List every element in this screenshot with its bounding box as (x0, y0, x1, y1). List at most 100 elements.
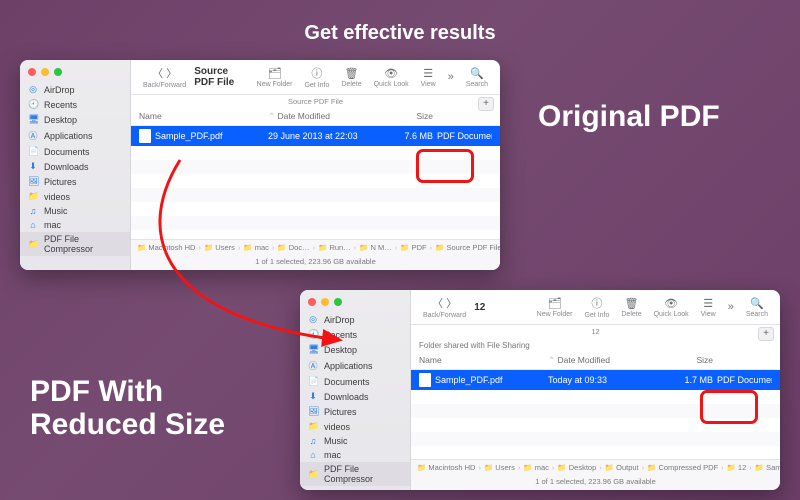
path-segment[interactable]: 📁Source PDF File (435, 243, 500, 252)
file-list-area[interactable] (411, 390, 780, 459)
path-segment[interactable]: 📁Compressed PDF (647, 463, 718, 472)
quick-look-button[interactable]: 👁Quick Look (650, 297, 693, 318)
zoom-icon[interactable] (54, 68, 62, 76)
sidebar-item-icon: Ⓐ (28, 129, 38, 142)
chevron-right-icon: › (430, 243, 433, 252)
more-button[interactable]: » (444, 71, 458, 84)
sidebar-item-icon: 🖼 (28, 176, 38, 187)
chevron-right-icon: › (395, 243, 398, 252)
back-forward-button[interactable]: 〈 〉 Back/Forward (419, 295, 470, 319)
path-segment[interactable]: 📁Run… (318, 243, 351, 252)
sidebar-item-pdf-file-compressor[interactable]: 📁PDF File Compressor (300, 462, 410, 486)
delete-button[interactable]: 🗑Delete (337, 67, 365, 88)
path-bar[interactable]: 📁Macintosh HD›📁Users›📁mac›📁Desktop›📁Outp… (411, 459, 780, 475)
back-forward-button[interactable]: 〈 〉 Back/Forward (139, 65, 190, 89)
path-segment[interactable]: 📁Desktop (557, 463, 596, 472)
sidebar-item-mac[interactable]: ⌂mac (300, 448, 410, 462)
sidebar-item-label: Downloads (324, 392, 369, 402)
sidebar-item-downloads[interactable]: ⬇︎Downloads (20, 159, 130, 174)
col-name[interactable]: Name (139, 111, 268, 122)
sidebar-item-mac[interactable]: ⌂mac (20, 218, 130, 232)
path-segment[interactable]: 📁Users (204, 243, 235, 252)
window-controls[interactable] (300, 290, 410, 312)
chevron-right-icon: › (238, 243, 241, 252)
window-controls[interactable] (20, 60, 130, 82)
finder-sidebar: ◎AirDrop🕘Recents🖥DesktopⒶApplications📄Do… (20, 60, 131, 270)
column-headers[interactable]: Name ⌃ Date Modified Size (411, 352, 780, 370)
close-icon[interactable] (28, 68, 36, 76)
sidebar-item-airdrop[interactable]: ◎AirDrop (20, 82, 130, 97)
add-button[interactable]: + (758, 327, 774, 341)
sidebar-item-icon: 🕘 (28, 99, 38, 110)
path-segment[interactable]: 📁PDF (400, 243, 426, 252)
sidebar-item-recents[interactable]: 🕘Recents (20, 97, 130, 112)
add-button[interactable]: + (478, 97, 494, 111)
sidebar-item-downloads[interactable]: ⬇︎Downloads (300, 389, 410, 404)
path-segment[interactable]: 📁Output (605, 463, 639, 472)
file-list-area[interactable] (131, 146, 500, 239)
chevron-right-icon: › (599, 463, 602, 472)
table-row[interactable]: Sample_PDF.pdf Today at 09:33 1.7 MB PDF… (411, 370, 780, 390)
search-button[interactable]: 🔍Search (462, 67, 492, 88)
sidebar-item-label: mac (324, 450, 341, 460)
sidebar-item-videos[interactable]: 📁videos (300, 419, 410, 434)
more-button[interactable]: » (724, 301, 738, 314)
finder-sidebar: ◎AirDrop🕘Recents🖥DesktopⒶApplications 📄 Do… (300, 290, 411, 490)
new-folder-button[interactable]: 🗂New Folder (253, 67, 297, 88)
sidebar-item-pictures[interactable]: 🖼Pictures (300, 404, 410, 419)
sidebar-item-label: videos (44, 192, 70, 202)
minimize-icon[interactable] (321, 298, 329, 306)
finder-window-original: ◎AirDrop🕘Recents🖥DesktopⒶApplications📄Do… (20, 60, 500, 270)
path-segment[interactable]: 📁12 (727, 463, 747, 472)
column-headers[interactable]: Name ⌃ Date Modified Size (131, 108, 500, 126)
sidebar-item-desktop[interactable]: 🖥Desktop (300, 342, 410, 357)
col-size[interactable]: Size (378, 111, 433, 122)
path-segment[interactable]: 📁mac (243, 243, 269, 252)
sidebar-item-videos[interactable]: 📁videos (20, 189, 130, 204)
sidebar-item-documents[interactable]: 📄Documents (20, 144, 130, 159)
view-button[interactable]: ☰View (417, 67, 440, 88)
search-button[interactable]: 🔍Search (742, 297, 772, 318)
original-pdf-label: Original PDF (538, 100, 720, 133)
new-folder-button[interactable]: 🗂New Folder (533, 297, 577, 318)
sidebar-item-applications[interactable]: ⒶApplications (20, 127, 130, 144)
path-segment[interactable]: 📁Users (484, 463, 515, 472)
sidebar-item-music[interactable]: ♫Music (20, 204, 130, 218)
get-info-button[interactable]: ⓘGet Info (580, 295, 613, 319)
view-button[interactable]: ☰View (697, 297, 720, 318)
quick-look-button[interactable]: 👁Quick Look (370, 67, 413, 88)
get-info-button[interactable]: ⓘGet Info (300, 65, 333, 89)
sidebar-item-icon: 📁 (28, 239, 38, 250)
col-name[interactable]: Name (419, 355, 548, 366)
window-title: Source PDF File (194, 66, 248, 88)
chevron-right-icon: › (642, 463, 645, 472)
window-title: 12 (474, 302, 528, 313)
sidebar-item-music[interactable]: ♫Music (300, 434, 410, 448)
sidebar-item-pdf-file-compressor[interactable]: 📁PDF File Compressor (20, 232, 130, 256)
path-segment[interactable]: 📁Macintosh HD (417, 463, 475, 472)
close-icon[interactable] (308, 298, 316, 306)
sidebar-item-label: Documents (324, 377, 370, 387)
path-segment[interactable]: 📁mac (523, 463, 549, 472)
path-bar[interactable]: 📁Macintosh HD›📁Users›📁mac›📁Doc…›📁Run…›📁N… (131, 239, 500, 255)
zoom-icon[interactable] (334, 298, 342, 306)
sidebar-item-applications[interactable]: ⒶApplications (300, 357, 410, 374)
sidebar-item-desktop[interactable]: 🖥Desktop (20, 112, 130, 127)
sidebar-item-recents[interactable]: 🕘Recents (300, 327, 410, 342)
path-segment[interactable]: 📁Doc… (277, 243, 309, 252)
path-segment[interactable]: 📁N M… (359, 243, 392, 252)
finder-toolbar: 〈 〉 Back/Forward Source PDF File 🗂New Fo… (131, 60, 500, 95)
sidebar-item-label: Desktop (44, 115, 77, 125)
sidebar-item-icon: 📄 (308, 376, 318, 387)
sidebar-item-airdrop[interactable]: ◎AirDrop (300, 312, 410, 327)
col-size[interactable]: Size (658, 355, 713, 366)
delete-button[interactable]: 🗑Delete (617, 297, 645, 318)
path-segment[interactable]: 📁Sample_PDF.pdf (755, 463, 780, 472)
sidebar-item-documents[interactable]: 📄 Documents (300, 374, 410, 389)
chevron-right-icon: › (478, 463, 481, 472)
table-row[interactable]: Sample_PDF.pdf 29 June 2013 at 22:03 7.6… (131, 126, 500, 146)
sidebar-item-label: Applications (324, 361, 373, 371)
path-segment[interactable]: 📁Macintosh HD (137, 243, 195, 252)
minimize-icon[interactable] (41, 68, 49, 76)
sidebar-item-pictures[interactable]: 🖼Pictures (20, 174, 130, 189)
